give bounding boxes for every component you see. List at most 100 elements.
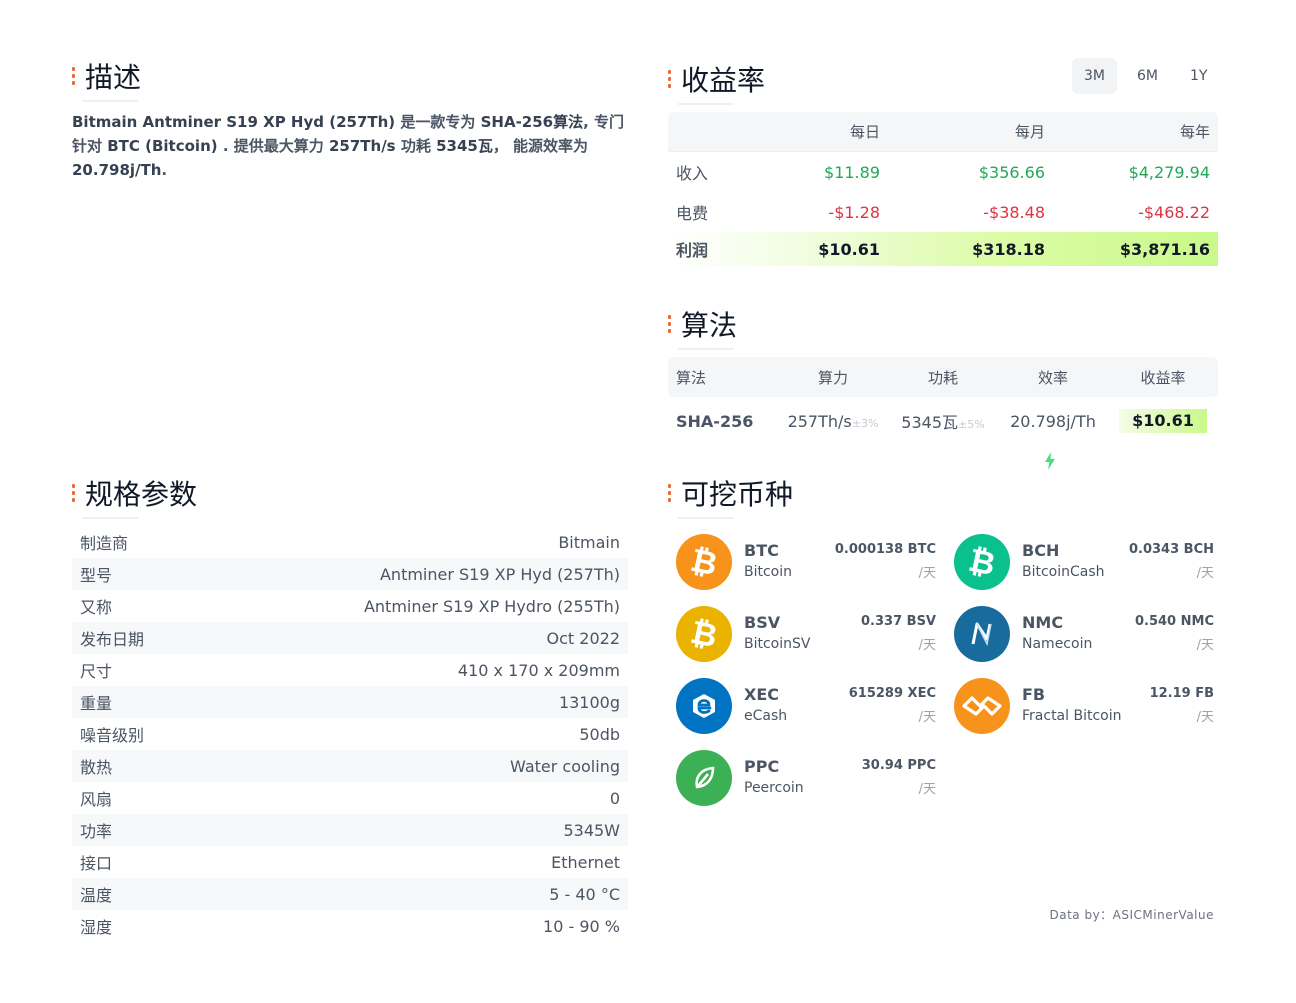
electricity-row: 电费 -$1.28 -$38.48 -$468.22 (676, 202, 1210, 224)
spec-label: 重量 (80, 694, 113, 713)
title-dots-icon (668, 484, 672, 502)
header-daily: 每日 (849, 123, 880, 141)
header-monthly: 每月 (1014, 123, 1045, 141)
spec-value: Water cooling (510, 756, 620, 776)
revenue-cell: $10.61 (1108, 409, 1218, 433)
coin-item-ppc[interactable]: PPC Peercoin 30.94 PPC/天 (676, 748, 936, 808)
bitcoinsv-icon: ₿ (676, 606, 732, 662)
coin-name: Bitcoin (744, 564, 793, 580)
coin-item-nmc[interactable]: NMC Namecoin 0.540 NMC/天 (954, 604, 1214, 664)
spec-value: 0 (609, 788, 620, 808)
coin-item-xec[interactable]: XEC eCash 615289 XEC/天 (676, 676, 936, 736)
power-cell: 5345瓦±5% (901, 413, 985, 432)
spec-row: 散热 Water cooling (72, 750, 628, 782)
coin-amount: 0.337 BSV (861, 614, 936, 629)
description-part: 257Th/s (328, 137, 396, 155)
coin-symbol: PPC (744, 757, 780, 776)
namecoin-icon (954, 606, 1010, 662)
tab-3m[interactable]: 3M (1072, 58, 1117, 94)
spec-value: Ethernet (551, 852, 620, 872)
coin-name: eCash (744, 708, 788, 724)
coin-symbol: BCH (1022, 541, 1060, 560)
spec-label: 制造商 (80, 534, 129, 553)
spec-row: 又称 Antminer S19 XP Hydro (255Th) (72, 590, 628, 622)
profitability-header: 每日 每月 每年 (668, 112, 1218, 152)
spec-value: Antminer S19 XP Hydro (255Th) (363, 596, 620, 616)
coin-per-day: /天 (1196, 566, 1214, 581)
spec-value: Antminer S19 XP Hyd (257Th) (379, 564, 620, 584)
efficiency-cell: 20.798j/Th (998, 412, 1108, 470)
spec-label: 型号 (80, 566, 113, 585)
description-part: . 提供最大算力 (217, 137, 329, 155)
description-part: 20.798j/Th (72, 161, 162, 179)
spec-label: 尺寸 (80, 662, 113, 681)
lightning-icon (1045, 451, 1055, 470)
algorithm-table: 算法 算力 功耗 效率 收益率 SHA-256 257Th/s±3% 5345瓦… (668, 357, 1218, 470)
income-row: 收入 $11.89 $356.66 $4,279.94 (676, 162, 1210, 184)
coin-amount: 0.0343 BCH (1128, 542, 1214, 557)
coin-amount: 12.19 FB (1149, 686, 1214, 701)
spec-row: 型号 Antminer S19 XP Hyd (257Th) (72, 558, 628, 590)
coin-name: Namecoin (1022, 636, 1093, 652)
coin-item-bsv[interactable]: ₿ BSV BitcoinSV 0.337 BSV/天 (676, 604, 936, 664)
description-part: . (161, 161, 168, 179)
coin-name: Fractal Bitcoin (1022, 708, 1122, 724)
spec-row: 制造商 Bitmain (72, 526, 628, 558)
coin-symbol: XEC (744, 685, 780, 704)
coin-per-day: /天 (918, 638, 936, 653)
coin-per-day: /天 (918, 566, 936, 581)
spec-value: Bitmain (558, 532, 620, 552)
bitcoin-icon: ₿ (676, 534, 732, 590)
period-tabs: 3M 6M 1Y (1072, 58, 1219, 94)
spec-label: 噪音级别 (80, 726, 145, 745)
spec-row: 发布日期 Oct 2022 (72, 622, 628, 654)
spec-row: 重量 13100g (72, 686, 628, 718)
spec-label: 湿度 (80, 918, 113, 937)
hashrate-cell: 257Th/s±3% (787, 411, 879, 431)
title-dots-icon (72, 484, 76, 502)
coin-symbol: BSV (744, 613, 781, 632)
spec-row: 尺寸 410 x 170 x 209mm (72, 654, 628, 686)
spec-value: Oct 2022 (546, 628, 620, 648)
ecash-icon (676, 678, 732, 734)
spec-label: 功率 (80, 822, 113, 841)
specs-title: 规格参数 (72, 473, 197, 519)
profitability-table: 每日 每月 每年 收入 $11.89 $356.66 $4,279.94 电费 … (668, 112, 1218, 266)
spec-value: 13100g (558, 692, 620, 712)
coin-item-fb[interactable]: FB Fractal Bitcoin 12.19 FB/天 (954, 676, 1214, 736)
coin-amount: 0.000138 BTC (834, 542, 936, 557)
spec-value: 5 - 40 °C (549, 884, 620, 904)
header-yearly: 每年 (1179, 123, 1210, 141)
coin-item-bch[interactable]: ₿ BCH BitcoinCash 0.0343 BCH/天 (954, 532, 1214, 592)
tab-1y[interactable]: 1Y (1178, 58, 1219, 94)
spec-row: 功率 5345W (72, 814, 628, 846)
description-part: BTC (Bitcoin) (107, 137, 218, 155)
description-text: Bitmain Antminer S19 XP Hyd (257Th) 是一款专… (72, 110, 632, 182)
coin-name: Peercoin (744, 780, 804, 796)
profit-row: 利润 $10.61 $318.18 $3,871.16 (668, 232, 1218, 266)
peercoin-icon (676, 750, 732, 806)
spec-label: 又称 (80, 598, 113, 617)
coin-symbol: NMC (1022, 613, 1064, 632)
algorithm-name: SHA-256 (676, 411, 754, 431)
coin-per-day: /天 (1196, 638, 1214, 653)
description-part: SHA-256算法 (480, 113, 584, 131)
coins-title: 可挖币种 (668, 473, 793, 519)
spec-row: 风扇 0 (72, 782, 628, 814)
description-part: Bitmain Antminer S19 XP Hyd (257Th) (72, 113, 396, 131)
spec-value: 5345W (563, 820, 620, 840)
coin-amount: 615289 XEC (848, 686, 936, 701)
spec-row: 噪音级别 50db (72, 718, 628, 750)
coin-item-btc[interactable]: ₿ BTC Bitcoin 0.000138 BTC/天 (676, 532, 936, 592)
coin-name: BitcoinCash (1022, 564, 1105, 580)
description-part: 5345瓦 (436, 137, 493, 155)
algorithm-row: SHA-256 257Th/s±3% 5345瓦±5% 20.798j/Th $… (668, 397, 1218, 470)
bitcoincash-icon: ₿ (954, 534, 1010, 590)
description-part: 功耗 (395, 137, 437, 155)
spec-value: 410 x 170 x 209mm (457, 660, 620, 680)
coin-per-day: /天 (918, 782, 936, 797)
coin-per-day: /天 (918, 710, 936, 725)
spec-row: 温度 5 - 40 °C (72, 878, 628, 910)
tab-6m[interactable]: 6M (1125, 58, 1170, 94)
algorithm-title: 算法 (668, 304, 737, 350)
